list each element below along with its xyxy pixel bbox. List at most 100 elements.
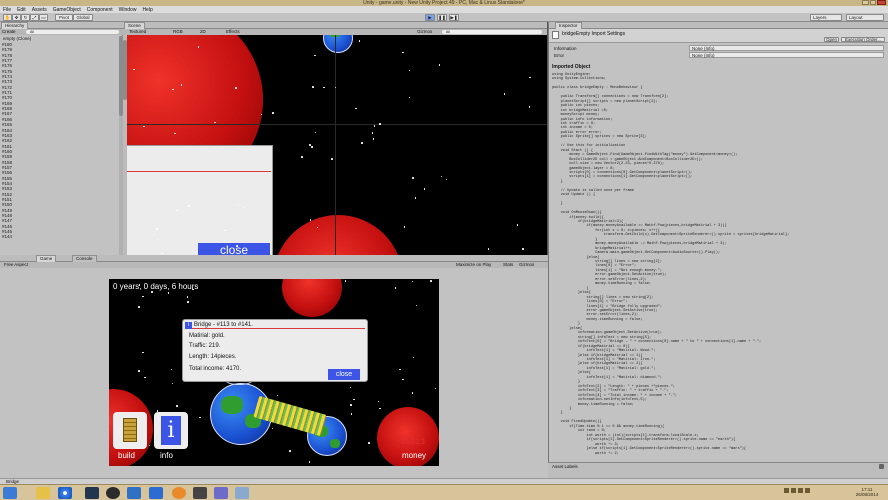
star [445,178,448,181]
move-tool-button[interactable]: ✥ [12,14,21,21]
start-icon[interactable] [3,487,17,499]
rect-tool-button[interactable]: ▭ [39,14,48,21]
popup-close-button[interactable]: close [328,369,360,380]
steam-icon[interactable] [85,487,99,499]
media-icon[interactable] [172,487,186,499]
tag-icon[interactable] [879,464,884,469]
battery-icon[interactable] [805,488,810,493]
menu-help[interactable]: Help [142,7,152,13]
close-icon[interactable] [877,0,886,5]
menu-edit[interactable]: Edit [17,7,26,13]
tab-game[interactable]: Game [36,255,57,262]
tab-hierarchy[interactable]: Hierarchy [1,22,29,29]
scene-scrollbar-thumb[interactable] [123,40,127,100]
step-button[interactable]: ▶❚ [449,14,459,21]
star [235,87,237,89]
star [151,291,153,293]
aspect-dropdown[interactable]: Free Aspect [4,262,28,268]
layout-dropdown[interactable]: Layout [846,14,884,21]
gizmos-dropdown[interactable]: Gizmos [417,29,432,35]
scene-panel[interactable]: Scene Textured RGB 2D Effects Gizmos All… [123,22,548,255]
info-button[interactable]: i [154,412,188,449]
file-explorer-icon[interactable] [36,487,50,499]
star [309,219,311,221]
play-button[interactable]: ▶ [425,14,435,21]
menu-window[interactable]: Window [119,7,137,13]
monodevelop-icon[interactable] [214,487,228,499]
pivot-toggle[interactable]: Pivot [55,14,73,21]
star [176,209,178,211]
game-canvas[interactable]: 0 years, 0 days, 6 hours i Bridge - #113 … [109,279,439,466]
star [142,351,144,354]
bridge-info-popup: i Bridge - #113 to #141. Matirial: gold. … [182,319,368,382]
hierarchy-root[interactable]: empty (Clone) [3,36,31,41]
2d-toggle[interactable]: 2D [200,29,206,35]
rotate-tool-button[interactable]: ↻ [21,14,30,21]
scene-search-input[interactable]: All [442,30,542,34]
hierarchy-item[interactable]: #144 [2,234,121,239]
tray-arrow-icon[interactable] [784,488,789,493]
tab-inspector[interactable]: Inspector [555,22,582,29]
unity-icon[interactable] [193,487,207,499]
scale-tool-button[interactable]: ⤢ [30,14,39,21]
information-field[interactable]: None (Info) [689,45,884,51]
asset-labels-bar: Asset Labels [548,462,888,478]
star [167,292,170,294]
menu-gameobject[interactable]: GameObject [53,7,81,13]
build-button[interactable] [113,412,147,449]
scene-scrollbar[interactable] [123,35,127,255]
photos-icon[interactable] [235,487,249,499]
layers-dropdown[interactable]: Layers [810,14,842,21]
menu-assets[interactable]: Assets [32,7,47,13]
hand-tool-button[interactable]: ✋ [3,14,12,21]
create-dropdown[interactable]: Create [2,29,16,34]
hierarchy-search-input[interactable]: All [26,30,119,34]
effects-dropdown[interactable]: Effects [226,29,240,35]
error-field[interactable]: None (Info) [689,52,884,58]
star [236,245,238,247]
game-gizmos-dropdown[interactable]: Gizmos [519,262,534,268]
star [142,295,144,298]
star [399,368,401,371]
star [411,392,414,394]
game-panel: Game Console Free Aspect Maximize on Pla… [0,255,548,478]
star [334,86,337,89]
menu-component[interactable]: Component [87,7,113,13]
maximize-on-play-toggle[interactable]: Maximize on Play [456,262,491,268]
execution-order-button[interactable]: Execution Order... [841,37,885,42]
tab-scene[interactable]: Scene [124,22,145,29]
volume-icon[interactable] [798,488,803,493]
scene-toolbar: Textured RGB 2D Effects Gizmos All [123,29,547,35]
network-icon[interactable] [791,488,796,493]
star [172,88,174,91]
menu-file[interactable]: File [3,7,11,13]
global-toggle[interactable]: Global [73,14,93,21]
script-source-preview: using UnityEngine; using System.Collecti… [552,73,790,456]
tab-console[interactable]: Console [72,255,97,262]
star [311,146,313,148]
minimize-icon[interactable] [862,0,869,5]
open-button[interactable]: Open [824,37,839,42]
maximize-icon[interactable] [869,0,877,5]
taskbar-clock[interactable]: 17:11 26/08/2014 [850,487,884,497]
star [372,138,375,140]
pause-button[interactable]: ❚❚ [437,14,447,21]
scene-close-button[interactable]: close [198,243,270,255]
store-icon[interactable] [127,487,141,499]
popup-length: Length: 14pieces. [189,354,237,360]
render-mode-dropdown[interactable]: RGB [173,29,183,35]
obs-icon[interactable] [106,487,120,499]
star [430,280,432,282]
windows-icon[interactable] [149,487,163,499]
inspector-header: Inspector [549,22,888,29]
hierarchy-search-text: All [30,30,34,34]
star [377,400,380,403]
imported-object-title: Imported Object [552,64,591,70]
stats-toggle[interactable]: Stats [503,262,513,268]
browser-icon[interactable] [58,487,72,499]
popup-close-label: close [335,371,353,378]
shading-dropdown[interactable]: Textured [129,29,146,35]
popup-traffic: Traffic: 219. [189,343,221,349]
popup-title-row: i Bridge - #113 to #141. [185,322,365,329]
popup-title: Bridge - #113 to #141. [194,322,253,328]
